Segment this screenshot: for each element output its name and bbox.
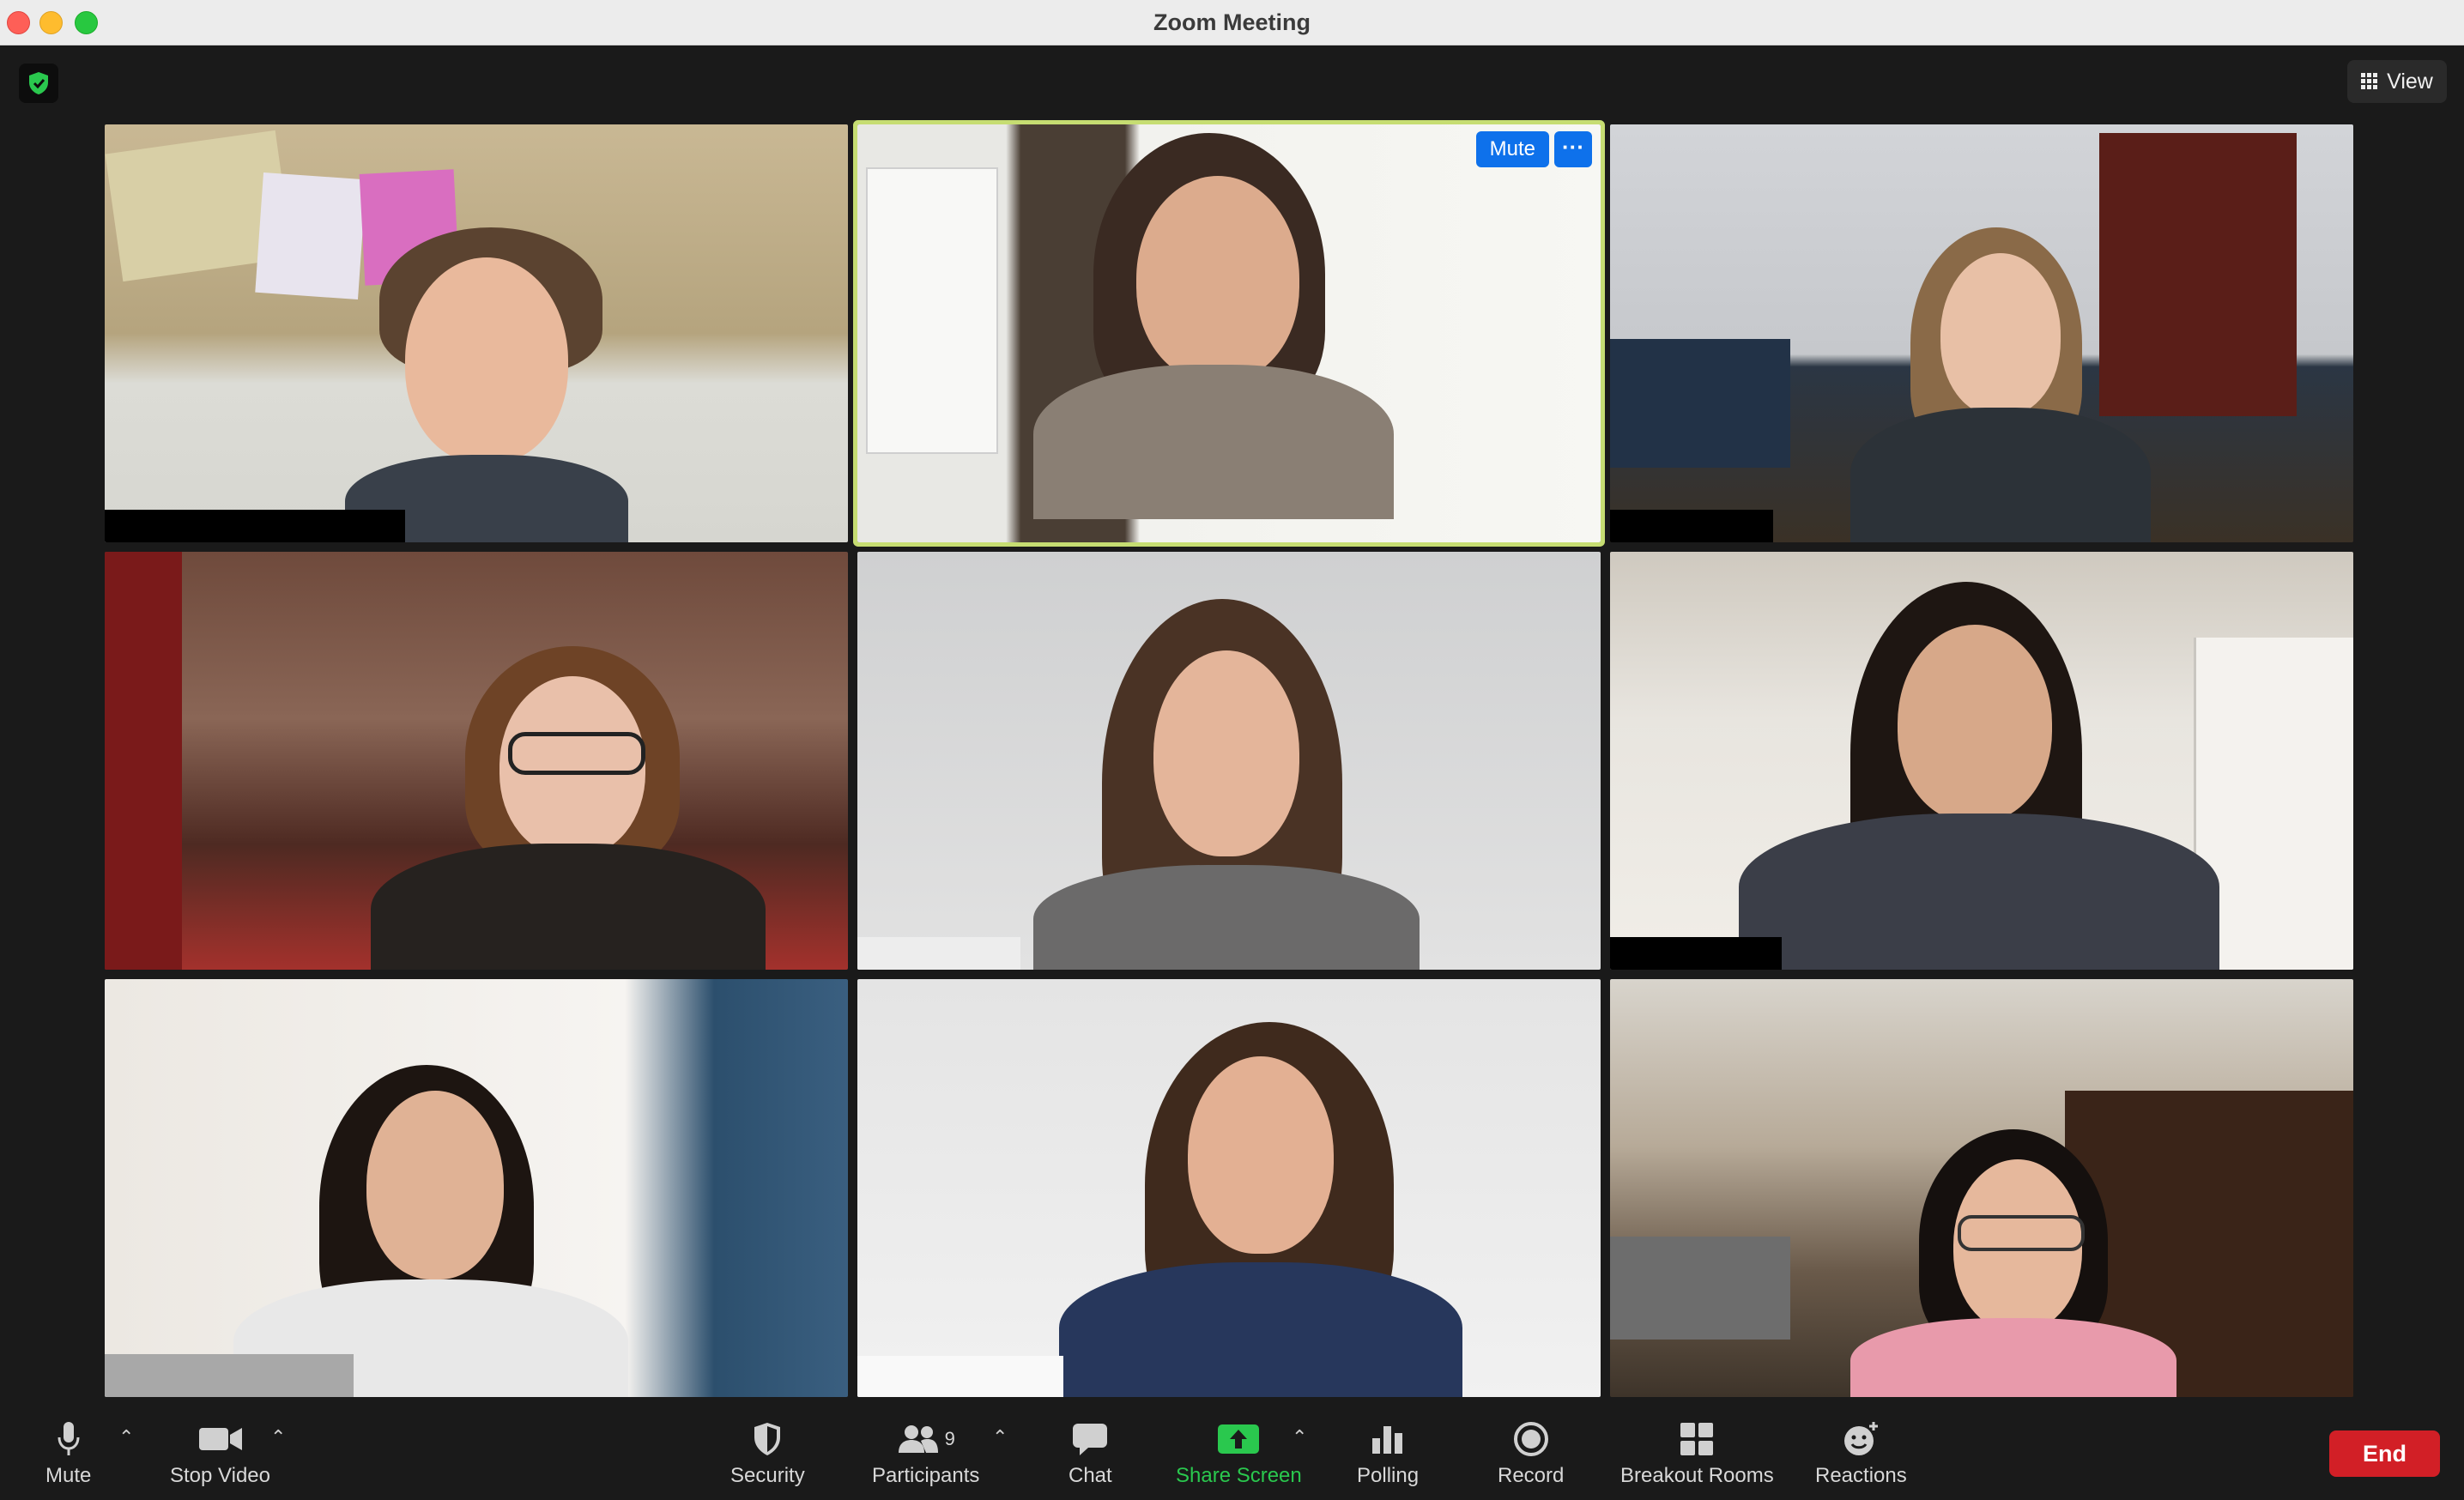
chat-bubble-icon <box>1073 1424 1108 1455</box>
security-shield-icon <box>754 1423 781 1455</box>
record-icon <box>1513 1422 1548 1456</box>
view-button[interactable]: View <box>2347 60 2447 103</box>
participants-options-caret-icon[interactable]: ⌃ <box>992 1426 1008 1449</box>
mute-button[interactable]: Mute <box>45 1418 91 1488</box>
participant-name-bar <box>105 510 405 542</box>
stop-video-label: Stop Video <box>170 1464 270 1487</box>
security-button[interactable]: Security <box>730 1418 805 1488</box>
breakout-rooms-button[interactable]: Breakout Rooms <box>1620 1418 1774 1488</box>
participant-more-button[interactable]: ··· <box>1554 131 1592 167</box>
zoom-window: Zoom Meeting View Mute ··· Mute ⌃ Stop V… <box>0 0 2464 1500</box>
share-screen-label: Share Screen <box>1176 1464 1302 1487</box>
doorway <box>2099 133 2297 416</box>
participant-name-bar <box>857 937 1020 970</box>
share-screen-icon <box>1218 1424 1260 1454</box>
video-tile[interactable] <box>105 979 848 1397</box>
microphone-icon <box>58 1422 80 1455</box>
share-screen-button[interactable]: Share Screen <box>1176 1418 1302 1488</box>
stop-video-button[interactable]: Stop Video <box>170 1418 270 1488</box>
participant-name-bar <box>857 1356 1063 1397</box>
video-options-caret-icon[interactable]: ⌃ <box>270 1426 286 1449</box>
polling-label: Polling <box>1357 1464 1420 1487</box>
encryption-shield-icon[interactable] <box>19 64 58 103</box>
chat-button[interactable]: Chat <box>1069 1418 1112 1488</box>
security-label: Security <box>730 1464 805 1487</box>
reactions-button[interactable]: Reactions <box>1815 1418 1907 1488</box>
curtain <box>105 552 182 970</box>
end-meeting-button[interactable]: End <box>2329 1430 2440 1477</box>
couch <box>1610 1237 1790 1340</box>
view-label: View <box>2387 69 2433 94</box>
video-tile[interactable] <box>857 979 1601 1397</box>
chat-label: Chat <box>1069 1464 1112 1487</box>
polling-bar-chart-icon <box>1372 1426 1403 1454</box>
breakout-rooms-grid-icon <box>1680 1423 1714 1455</box>
polling-button[interactable]: Polling <box>1357 1418 1419 1488</box>
video-tile-active-speaker[interactable]: Mute ··· <box>857 124 1601 542</box>
participants-count-badge: 9 <box>944 1428 955 1449</box>
participant-name-bar <box>1610 937 1782 970</box>
mute-label: Mute <box>45 1464 92 1487</box>
participant-name-bar <box>105 1354 354 1397</box>
participant-name-bar <box>1610 510 1773 542</box>
participants-label: Participants <box>872 1464 980 1487</box>
breakout-rooms-label: Breakout Rooms <box>1620 1464 1774 1487</box>
wall-artwork <box>255 172 366 300</box>
video-tile[interactable] <box>857 552 1601 970</box>
glasses <box>1958 1215 2085 1251</box>
video-tile[interactable] <box>1610 979 2353 1397</box>
whiteboard <box>866 167 998 454</box>
participants-button[interactable]: 9 Participants <box>872 1418 979 1488</box>
meeting-toolbar: Mute ⌃ Stop Video ⌃ Security 9 Participa… <box>0 1407 2464 1500</box>
reactions-smiley-icon <box>1844 1422 1879 1455</box>
window-title: Zoom Meeting <box>1153 9 1311 35</box>
audio-options-caret-icon[interactable]: ⌃ <box>118 1426 134 1449</box>
participants-icon <box>898 1425 938 1453</box>
video-tile[interactable] <box>105 552 848 970</box>
record-label: Record <box>1498 1464 1565 1487</box>
grid-view-icon <box>2361 73 2378 89</box>
video-tile[interactable] <box>1610 124 2353 542</box>
gallery-grid: Mute ··· <box>105 124 2353 1397</box>
video-tile[interactable] <box>1610 552 2353 970</box>
reactions-label: Reactions <box>1815 1464 1907 1487</box>
share-options-caret-icon[interactable]: ⌃ <box>1292 1426 1307 1449</box>
video-camera-icon <box>198 1428 242 1450</box>
participant-mute-button[interactable]: Mute <box>1475 131 1549 167</box>
couch <box>1610 339 1790 468</box>
record-button[interactable]: Record <box>1498 1418 1564 1488</box>
glasses <box>508 732 645 775</box>
title-bar: Zoom Meeting <box>0 0 2464 45</box>
video-tile[interactable] <box>105 124 848 542</box>
